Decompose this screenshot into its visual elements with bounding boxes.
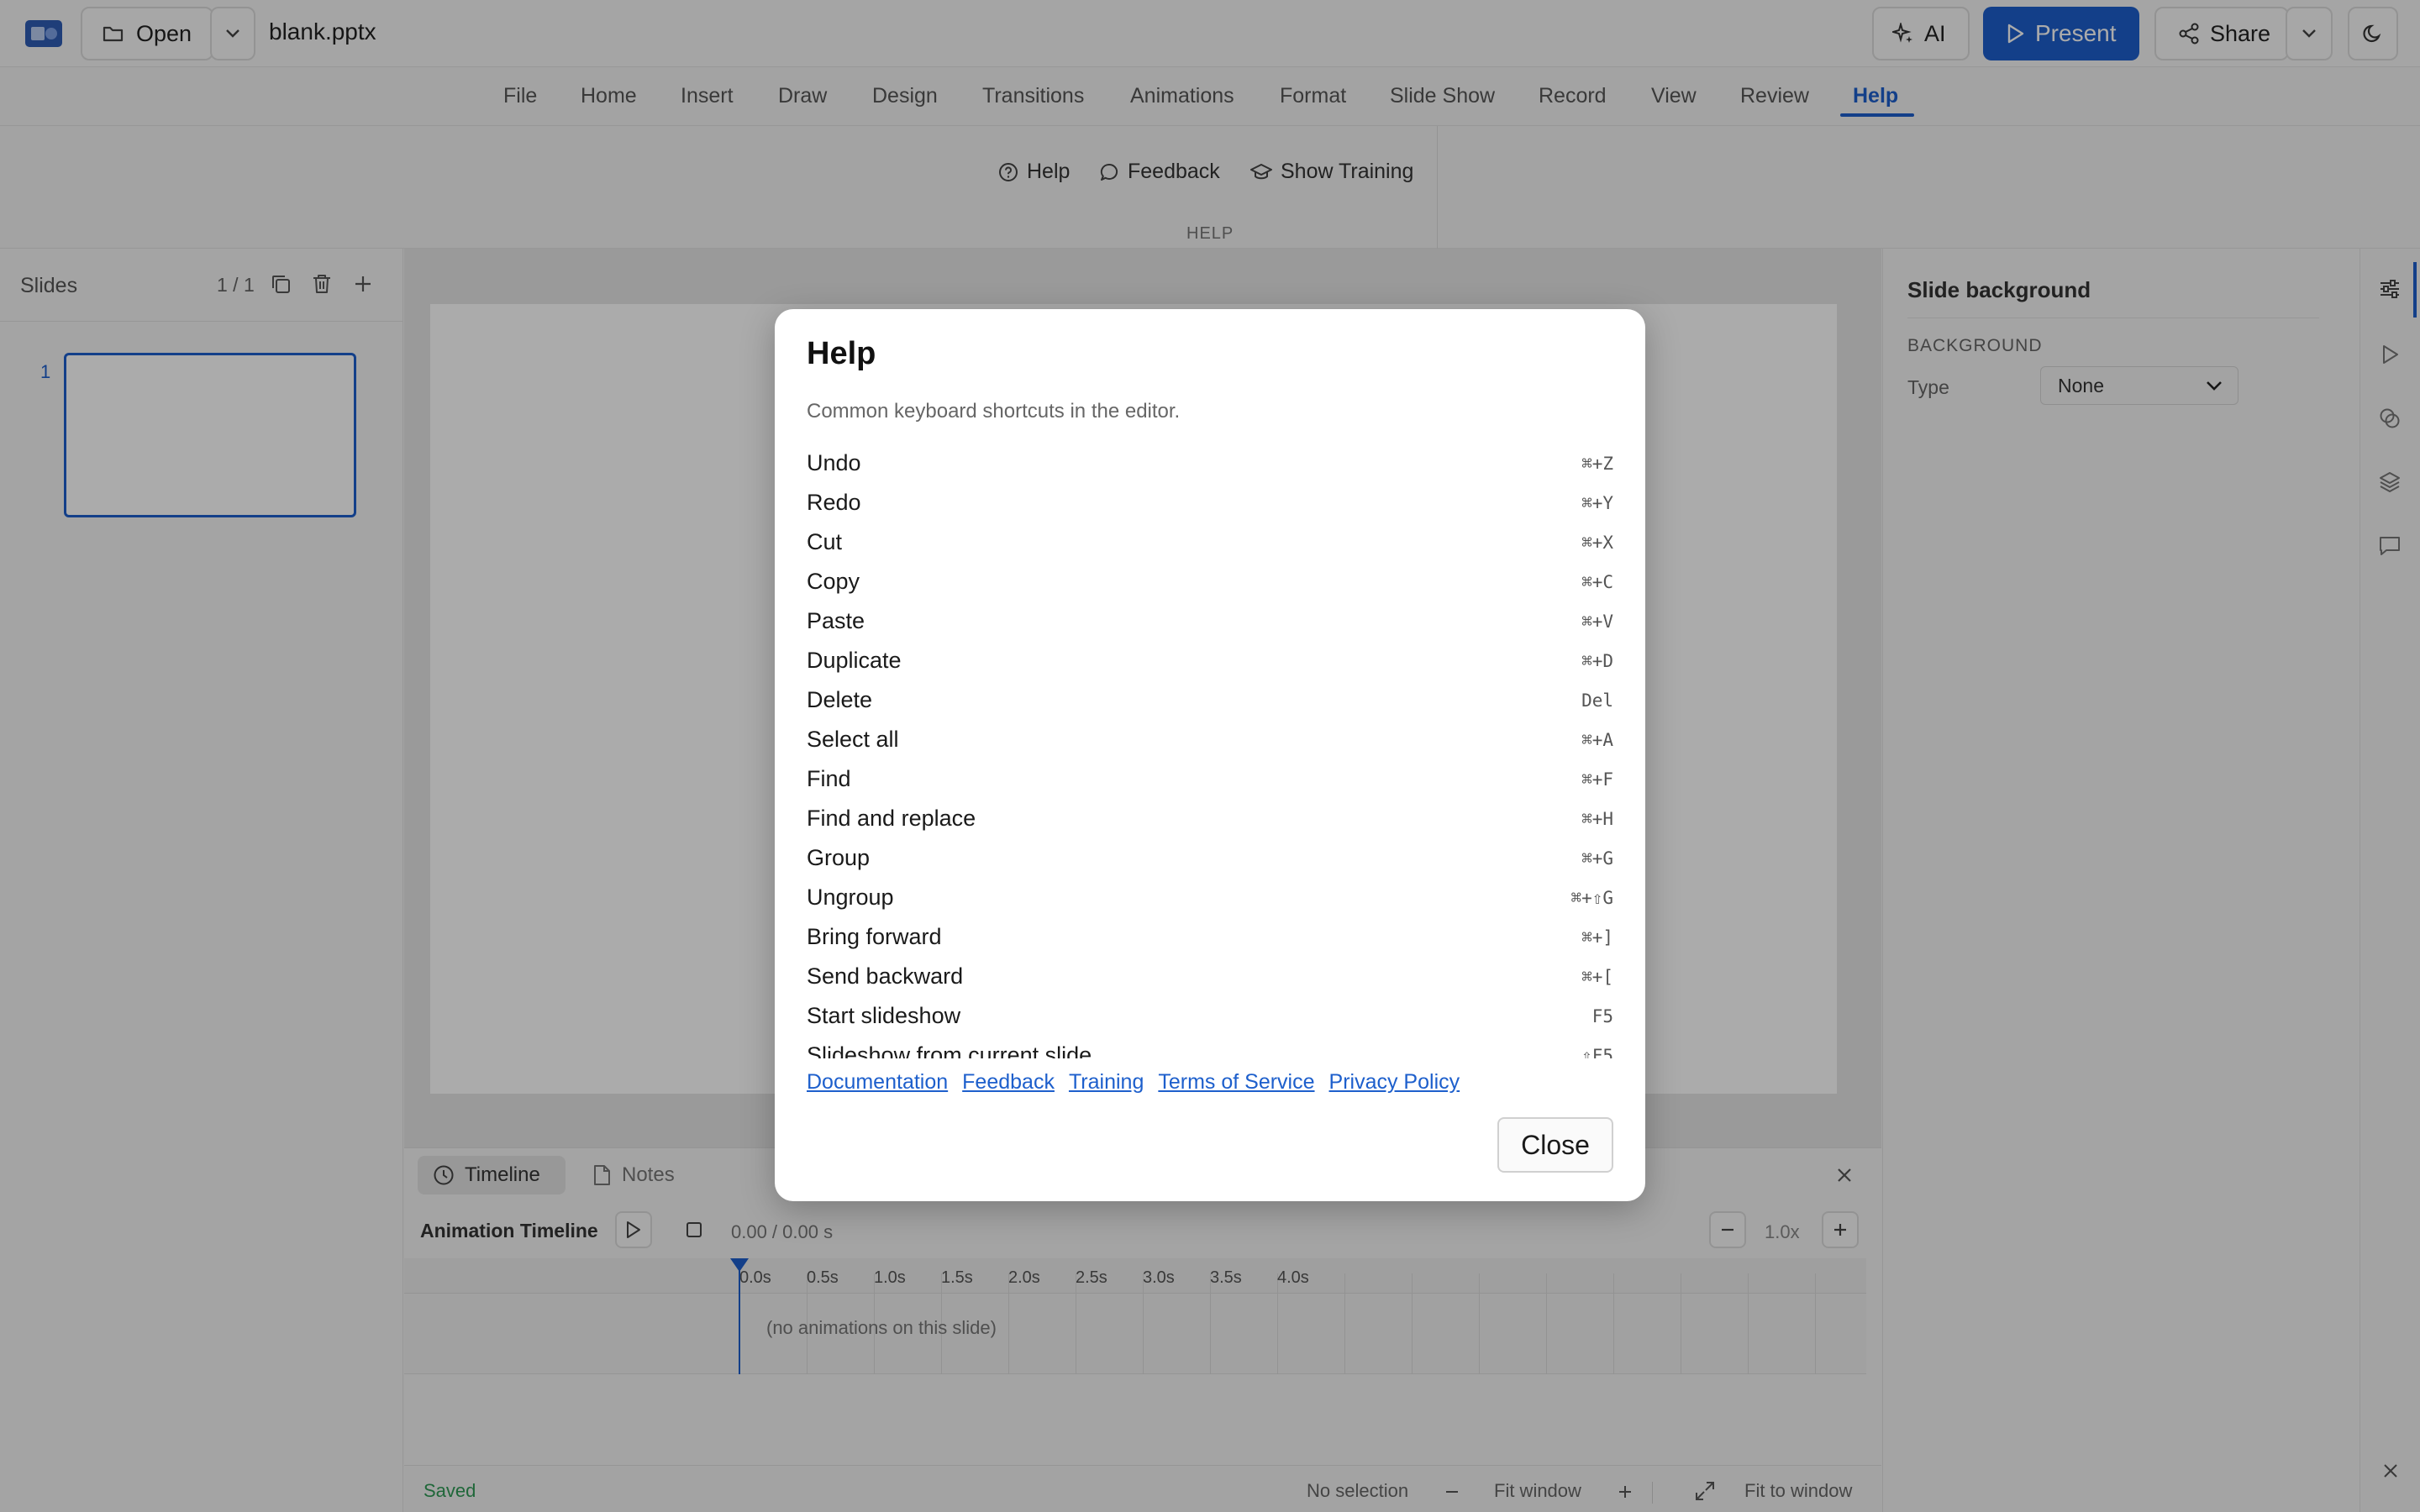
shortcut-name: Send backward — [807, 963, 964, 989]
help-links: Documentation Feedback Training Terms of… — [807, 1070, 1460, 1095]
shortcut-key: ⌘+Y — [1581, 492, 1613, 513]
shortcut-name: Copy — [807, 569, 860, 594]
shortcut-name: Find — [807, 766, 851, 791]
shortcut-name: Undo — [807, 450, 861, 475]
shortcut-row: Slideshow from current slide ⇧F5 — [807, 1036, 1613, 1058]
terms-of-service-link[interactable]: Terms of Service — [1158, 1070, 1314, 1095]
shortcut-key: ⌘+H — [1581, 808, 1613, 829]
shortcut-row: Start slideshow F5 — [807, 996, 1613, 1036]
shortcut-key: ⇧F5 — [1581, 1045, 1613, 1059]
shortcut-row: Find and replace ⌘+H — [807, 799, 1613, 838]
shortcut-name: Start slideshow — [807, 1003, 961, 1028]
shortcut-row: Find ⌘+F — [807, 759, 1613, 799]
shortcut-name: Redo — [807, 490, 861, 515]
shortcut-name: Delete — [807, 687, 873, 712]
shortcut-key: ⌘+A — [1581, 729, 1613, 750]
training-link[interactable]: Training — [1069, 1070, 1144, 1095]
privacy-policy-link[interactable]: Privacy Policy — [1329, 1070, 1460, 1095]
help-dialog-subtitle: Common keyboard shortcuts in the editor. — [807, 400, 1181, 423]
shortcut-row: Duplicate ⌘+D — [807, 641, 1613, 680]
shortcut-name: Slideshow from current slide — [807, 1042, 1092, 1058]
shortcut-key: ⌘+[ — [1581, 966, 1613, 987]
close-button[interactable]: Close — [1497, 1117, 1613, 1173]
shortcut-name: Ungroup — [807, 885, 894, 910]
shortcut-row: Ungroup ⌘+⇧G — [807, 878, 1613, 917]
shortcut-key: ⌘+G — [1581, 848, 1613, 869]
shortcut-row: Send backward ⌘+[ — [807, 957, 1613, 996]
shortcut-row: Delete Del — [807, 680, 1613, 720]
shortcut-key: ⌘+D — [1581, 650, 1613, 671]
shortcut-key: ⌘+⇧G — [1570, 887, 1613, 908]
shortcut-row: Cut ⌘+X — [807, 522, 1613, 562]
shortcut-row: Select all ⌘+A — [807, 720, 1613, 759]
shortcut-row: Paste ⌘+V — [807, 601, 1613, 641]
shortcut-row: Group ⌘+G — [807, 838, 1613, 878]
shortcut-key: ⌘+Z — [1581, 453, 1613, 474]
shortcut-key: ⌘+] — [1581, 927, 1613, 948]
help-dialog-title: Help — [807, 336, 876, 371]
shortcut-list[interactable]: Undo ⌘+Z Redo ⌘+Y Cut ⌘+X Copy ⌘+C Paste… — [807, 444, 1613, 1058]
shortcut-row: Copy ⌘+C — [807, 562, 1613, 601]
shortcut-name: Group — [807, 845, 871, 870]
shortcut-name: Paste — [807, 608, 865, 633]
shortcut-key: Del — [1581, 690, 1613, 711]
shortcut-row: Undo ⌘+Z — [807, 444, 1613, 483]
shortcut-key: ⌘+C — [1581, 571, 1613, 592]
shortcut-key: ⌘+X — [1581, 532, 1613, 553]
shortcut-row: Redo ⌘+Y — [807, 483, 1613, 522]
shortcut-name: Cut — [807, 529, 843, 554]
shortcut-name: Find and replace — [807, 806, 976, 831]
shortcut-name: Bring forward — [807, 924, 942, 949]
shortcut-key: ⌘+V — [1581, 611, 1613, 632]
shortcut-key: F5 — [1591, 1005, 1613, 1026]
shortcut-row: Bring forward ⌘+] — [807, 917, 1613, 957]
shortcut-name: Select all — [807, 727, 899, 752]
shortcut-name: Duplicate — [807, 648, 902, 673]
shortcut-key: ⌘+F — [1581, 769, 1613, 790]
feedback-link[interactable]: Feedback — [962, 1070, 1055, 1095]
documentation-link[interactable]: Documentation — [807, 1070, 948, 1095]
